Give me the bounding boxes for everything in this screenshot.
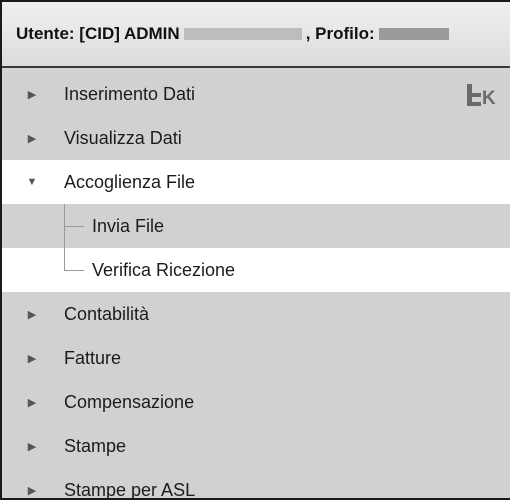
exit-icon[interactable]: K <box>464 82 500 108</box>
menu-item-label: Stampe <box>64 435 127 456</box>
submenu-item-label: Verifica Ricezione <box>92 259 236 280</box>
triangle-right-icon: ▶ <box>27 352 37 365</box>
profile-label: , Profilo: <box>305 24 375 43</box>
tree-connector-line <box>64 248 65 270</box>
menu-item-fatture[interactable]: ▶ Fatture <box>2 336 510 380</box>
tree-connector-branch <box>64 226 84 227</box>
menu-item-inserimento-dati[interactable]: ▶ Inserimento Dati K <box>2 72 510 116</box>
menu-item-compensazione[interactable]: ▶ Compensazione <box>2 380 510 424</box>
svg-text:K: K <box>482 88 496 108</box>
menu-item-label: Stampe per ASL <box>64 479 196 500</box>
menu-item-stampe[interactable]: ▶ Stampe <box>2 424 510 468</box>
menu-item-label: Accoglienza File <box>64 171 196 192</box>
redacted-profile-name <box>378 28 449 40</box>
user-label: Utente: [CID] ADMIN <box>16 24 180 43</box>
menu-item-label: Compensazione <box>64 391 195 412</box>
submenu-item-label: Invia File <box>92 215 165 236</box>
menu-item-label: Visualizza Dati <box>64 127 182 148</box>
menu-item-label: Fatture <box>64 347 122 368</box>
triangle-right-icon: ▶ <box>27 308 37 321</box>
submenu-item-invia-file[interactable]: Invia File <box>2 204 510 248</box>
navigation-menu: ▶ Inserimento Dati K ▶ Visualizza Dati ▼… <box>2 72 510 500</box>
menu-item-accoglienza-file[interactable]: ▼ Accoglienza File <box>2 160 510 204</box>
triangle-right-icon: ▶ <box>27 396 37 409</box>
triangle-right-icon: ▶ <box>27 132 37 145</box>
user-header: Utente: [CID] ADMIN , Profilo: <box>2 2 510 68</box>
submenu-item-verifica-ricezione[interactable]: Verifica Ricezione <box>2 248 510 292</box>
menu-item-contabilita[interactable]: ▶ Contabilità <box>2 292 510 336</box>
triangle-right-icon: ▶ <box>27 440 37 453</box>
menu-item-stampe-per-asl[interactable]: ▶ Stampe per ASL <box>2 468 510 500</box>
menu-item-visualizza-dati[interactable]: ▶ Visualizza Dati <box>2 116 510 160</box>
redacted-user-name <box>183 28 302 40</box>
menu-item-label: Contabilità <box>64 303 150 324</box>
app-frame: Utente: [CID] ADMIN , Profilo: ▶ Inserim… <box>0 0 510 500</box>
menu-item-label: Inserimento Dati <box>64 83 196 104</box>
triangle-right-icon: ▶ <box>27 484 37 497</box>
tree-connector-branch <box>64 270 84 271</box>
triangle-right-icon: ▶ <box>27 88 37 101</box>
triangle-down-icon: ▼ <box>26 176 38 188</box>
